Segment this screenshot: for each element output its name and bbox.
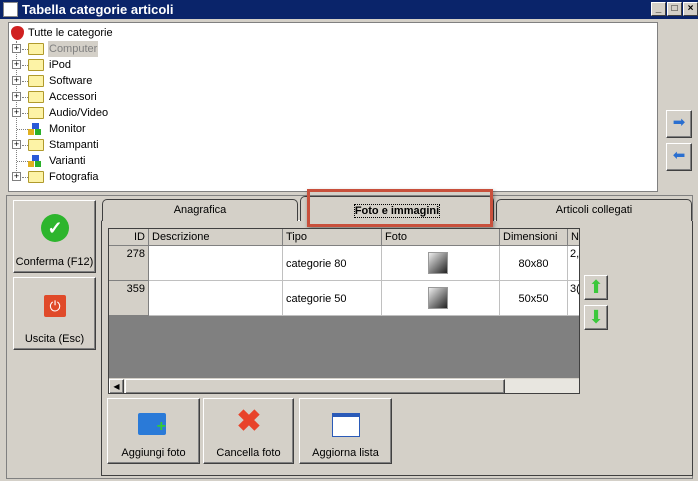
expand-icon[interactable]: + [12, 60, 21, 69]
expand-icon[interactable]: + [12, 92, 21, 101]
grid-cell-dimensioni[interactable]: 80x80 [500, 246, 568, 281]
scroll-left-button[interactable]: ◀ [109, 379, 124, 393]
expand-icon[interactable]: + [12, 140, 21, 149]
folder-icon [28, 171, 44, 183]
tree-item-label: Software [49, 75, 93, 87]
expand-icon[interactable]: + [12, 44, 21, 53]
delete-x-icon: ✖ [236, 405, 262, 438]
power-icon: ⏻ [44, 295, 66, 317]
move-up-button[interactable]: ⬆ [584, 275, 608, 300]
tree-item-label: Audio/Video [49, 107, 109, 119]
expand-icon[interactable]: + [12, 108, 21, 117]
exit-label: Uscita (Esc) [24, 333, 85, 345]
tree-item-label: Fotografia [49, 171, 99, 183]
strawberry-icon [11, 26, 24, 40]
delete-photo-button[interactable]: ✖ Cancella foto [203, 398, 294, 464]
expand-icon[interactable]: + [12, 76, 21, 85]
expand-icon[interactable]: + [12, 172, 21, 181]
title-bar: Tabella categorie articoli [0, 0, 698, 19]
category-tree[interactable]: Tutte le categorie + Computer + iPod + Softwa… [8, 22, 658, 192]
tree-item-label: iPod [49, 59, 72, 71]
add-photo-icon: + [138, 413, 166, 435]
column-header[interactable]: Descrizione [149, 229, 283, 246]
list-window-icon [332, 413, 360, 437]
column-header[interactable]: Dimensioni [500, 229, 568, 246]
image-icon [428, 252, 448, 274]
horizontal-scrollbar[interactable]: ◀ [109, 378, 579, 393]
tab-anagrafica[interactable]: Anagrafica [102, 199, 298, 221]
minimize-button[interactable]: _ [651, 2, 666, 16]
tab-articoli-collegati[interactable]: Articoli collegati [496, 199, 692, 221]
column-header[interactable]: ID [109, 229, 149, 246]
grid-cell-n[interactable]: 3( [568, 281, 579, 316]
grid-cell-n[interactable]: 2, [568, 246, 579, 281]
tree-item-label: Varianti [49, 155, 86, 167]
column-header[interactable]: Foto [382, 229, 500, 246]
window-title: Tabella categorie articoli [22, 2, 174, 17]
column-header[interactable]: N [568, 229, 579, 246]
app-icon [3, 2, 18, 17]
folder-icon [28, 91, 44, 103]
tree-item-label: Accessori [49, 91, 97, 103]
move-right-button[interactable]: ➡ [666, 110, 692, 138]
folder-icon [28, 107, 44, 119]
image-icon [428, 287, 448, 309]
close-button[interactable]: × [683, 2, 698, 16]
cubes-icon [28, 155, 42, 167]
move-left-button[interactable]: ⬅ [666, 143, 692, 171]
grid-cell-dimensioni[interactable]: 50x50 [500, 281, 568, 316]
photo-grid[interactable]: ID Descrizione Tipo Foto Dimensioni N 278 categ… [108, 228, 580, 394]
tree-root-label: Tutte le categorie [28, 27, 113, 39]
tree-item-label: Monitor [49, 123, 86, 135]
tree-item-label: Computer [48, 41, 99, 57]
move-down-button[interactable]: ⬇ [584, 305, 608, 330]
refresh-list-label: Aggiorna lista [312, 447, 379, 459]
column-header[interactable]: Tipo [283, 229, 382, 246]
grid-cell-tipo[interactable]: categorie 80 [283, 246, 382, 281]
folder-icon [28, 75, 44, 87]
confirm-button[interactable]: ✓ Conferma (F12) [13, 200, 96, 273]
checkmark-icon: ✓ [41, 214, 69, 242]
add-photo-label: Aggiungi foto [121, 447, 186, 459]
grid-cell-tipo[interactable]: categorie 50 [283, 281, 382, 316]
refresh-list-button[interactable]: Aggiorna lista [299, 398, 392, 464]
grid-cell-descrizione[interactable] [149, 246, 283, 281]
add-photo-button[interactable]: + Aggiungi foto [107, 398, 200, 464]
cubes-icon [28, 123, 42, 135]
highlight-box [307, 189, 493, 227]
folder-icon [28, 59, 44, 71]
grid-cell-descrizione[interactable] [149, 281, 283, 316]
photo-cell[interactable] [382, 246, 500, 281]
exit-button[interactable]: ⏻ Uscita (Esc) [13, 277, 96, 350]
photo-cell[interactable] [382, 281, 500, 316]
maximize-button[interactable]: □ [667, 2, 682, 16]
folder-icon [28, 139, 44, 151]
grid-cell-id[interactable]: 278 [109, 246, 149, 281]
delete-photo-label: Cancella foto [216, 447, 281, 459]
grid-cell-id[interactable]: 359 [109, 281, 149, 316]
scroll-thumb[interactable] [125, 379, 505, 393]
folder-icon [28, 43, 44, 55]
tree-root[interactable]: Tutte le categorie [11, 25, 113, 41]
tree-item-label: Stampanti [49, 139, 99, 151]
confirm-label: Conferma (F12) [15, 256, 94, 268]
